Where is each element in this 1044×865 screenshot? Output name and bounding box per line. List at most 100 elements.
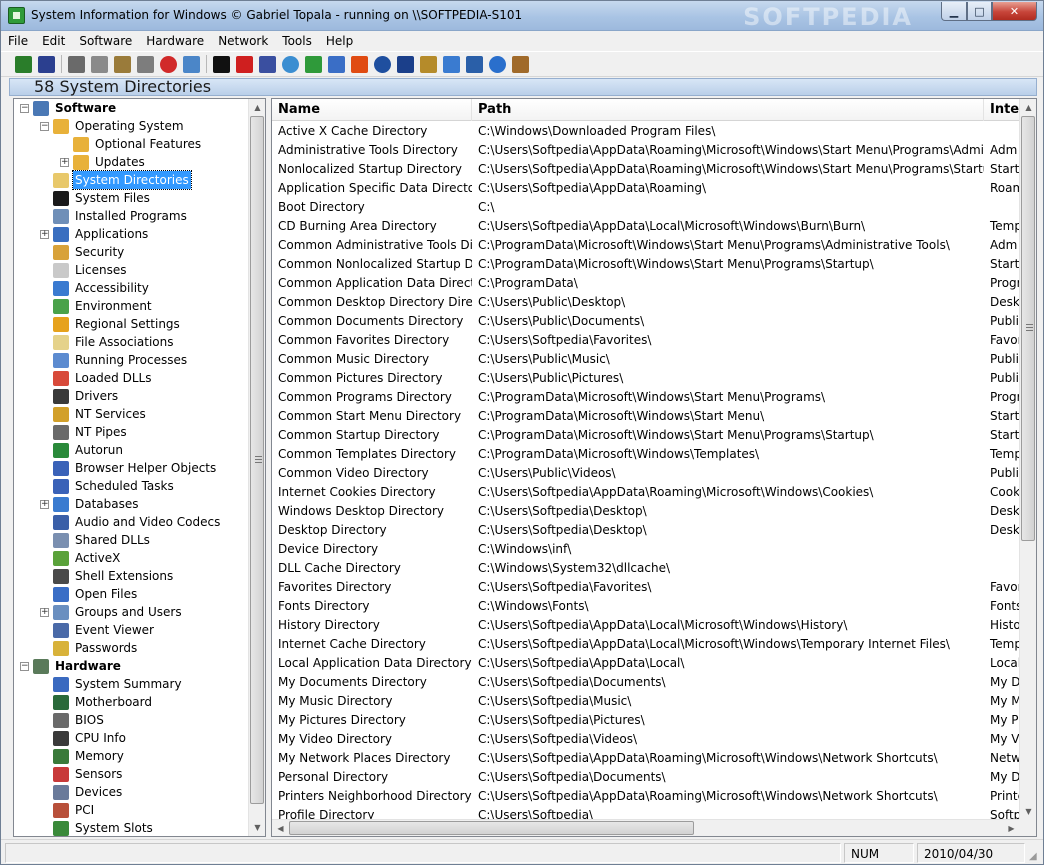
tree-scroll-thumb[interactable] <box>250 116 264 804</box>
table-row[interactable]: Common Programs Directory C:\ProgramData\… <box>272 388 1022 407</box>
column-header-name[interactable]: Name <box>272 99 472 121</box>
cut-icon[interactable] <box>68 55 85 73</box>
tree-item-file-associations[interactable]: File Associations <box>40 333 175 351</box>
camera-icon[interactable] <box>466 55 483 73</box>
table-row[interactable]: Windows Desktop Directory C:\Users\Softpe… <box>272 502 1024 521</box>
resize-grip-icon[interactable]: ◢ <box>1029 851 1041 863</box>
tree-item-scheduled-tasks[interactable]: Scheduled Tasks <box>40 477 176 495</box>
coffee-icon[interactable] <box>512 55 529 73</box>
menu-file[interactable]: File <box>1 31 35 51</box>
table-row[interactable]: Local Application Data Directory C:\Users… <box>272 654 1021 673</box>
table-row[interactable]: CD Burning Area Directory C:\Users\Softpe… <box>272 217 1022 236</box>
maximize-button[interactable]: □ <box>967 2 992 21</box>
column-header-inter[interactable]: Inter <box>984 99 1024 121</box>
paste-icon[interactable] <box>114 55 131 73</box>
terminal-icon[interactable] <box>213 55 230 73</box>
tree-item-pci[interactable]: PCI <box>40 801 96 819</box>
table-row[interactable]: Internet Cookies Directory C:\Users\Softp… <box>272 483 1020 502</box>
expand-icon[interactable]: + <box>40 499 49 509</box>
tree-item-software[interactable]: − Software <box>20 99 118 117</box>
scroll-down-arrow-icon[interactable]: ▼ <box>249 819 265 836</box>
tree-vertical-scrollbar[interactable]: ▲ ▼ <box>248 99 265 836</box>
tree-item-installed-programs[interactable]: Installed Programs <box>40 207 189 225</box>
table-row[interactable]: Common Desktop Directory Direct... C:\Use… <box>272 293 1024 312</box>
tree-item-updates[interactable]: + Updates <box>60 153 147 171</box>
list-scroll-down-icon[interactable]: ▼ <box>1020 803 1036 820</box>
globe-icon[interactable] <box>282 55 299 73</box>
chart-icon[interactable] <box>420 55 437 73</box>
scroll-up-arrow-icon[interactable]: ▲ <box>249 99 265 116</box>
expand-icon[interactable]: + <box>40 229 49 239</box>
table-row[interactable]: Common Documents Directory C:\Users\Publi… <box>272 312 1020 331</box>
collapse-icon[interactable]: − <box>20 103 29 113</box>
expand-icon[interactable]: + <box>40 607 49 617</box>
tree-item-devices[interactable]: Devices <box>40 783 124 801</box>
menu-edit[interactable]: Edit <box>35 31 72 51</box>
copy-icon[interactable] <box>91 55 108 73</box>
database-icon[interactable] <box>443 55 460 73</box>
table-row[interactable]: Fonts Directory C:\Windows\Fonts\ Fonts <box>272 597 1022 616</box>
collapse-icon[interactable]: − <box>40 121 49 131</box>
save-icon[interactable] <box>38 55 55 73</box>
table-row[interactable]: History Directory C:\Users\Softpedia\AppD… <box>272 616 1021 635</box>
tree-item-audio-and-video-codecs[interactable]: Audio and Video Codecs <box>40 513 222 531</box>
tree-item-nt-pipes[interactable]: NT Pipes <box>40 423 129 441</box>
minimize-button[interactable]: ▁ <box>941 2 967 21</box>
shield-icon[interactable] <box>397 55 414 73</box>
menu-network[interactable]: Network <box>211 31 275 51</box>
tree-item-motherboard[interactable]: Motherboard <box>40 693 154 711</box>
list-horizontal-scrollbar[interactable]: ◀ ▶ <box>272 819 1020 836</box>
tree-item-sensors[interactable]: Sensors <box>40 765 124 783</box>
tree-item-event-viewer[interactable]: Event Viewer <box>40 621 156 639</box>
refresh-arrows-icon[interactable] <box>305 55 322 73</box>
tree-item-activex[interactable]: ActiveX <box>40 549 122 567</box>
tree-item-drivers[interactable]: Drivers <box>40 387 120 405</box>
table-row[interactable]: Administrative Tools Directory C:\Users\S… <box>272 141 1020 160</box>
app-icon[interactable] <box>8 7 25 24</box>
tree-item-operating-system[interactable]: − Operating System <box>40 117 186 135</box>
table-row[interactable]: Common Favorites Directory C:\Users\Softp… <box>272 331 1023 350</box>
tree-item-system-directories[interactable]: System Directories <box>40 170 192 190</box>
tree-item-groups-and-users[interactable]: + Groups and Users <box>40 603 184 621</box>
tree-item-licenses[interactable]: Licenses <box>40 261 129 279</box>
category-tree[interactable]: − Software − Operating System Optional Featu… <box>13 98 266 837</box>
table-row[interactable]: My Network Places Directory C:\Users\Soft… <box>272 749 1021 768</box>
tree-item-bios[interactable]: BIOS <box>40 711 106 729</box>
table-row[interactable]: Common Application Data Directo... C:\Pro… <box>272 274 1022 293</box>
power-icon[interactable] <box>351 55 368 73</box>
tree-item-hardware[interactable]: − Hardware <box>20 657 123 675</box>
help-icon[interactable] <box>489 55 506 73</box>
table-row[interactable]: My Documents Directory C:\Users\Softpedia… <box>272 673 1021 692</box>
menu-tools[interactable]: Tools <box>275 31 319 51</box>
tree-item-cpu-info[interactable]: CPU Info <box>40 729 128 747</box>
tree-item-system-files[interactable]: System Files <box>40 189 152 207</box>
tree-item-databases[interactable]: + Databases <box>40 495 141 513</box>
menu-software[interactable]: Software <box>72 31 139 51</box>
directory-list[interactable]: Name Path Inter Active X Cache Directory… <box>271 98 1037 837</box>
table-row[interactable]: Common Administrative Tools Dir... C:\Pro… <box>272 236 1020 255</box>
list-vertical-scrollbar[interactable]: ▲ ▼ <box>1019 99 1036 820</box>
tree-item-autorun[interactable]: Autorun <box>40 441 125 459</box>
title-bar[interactable]: System Information for Windows © Gabriel… <box>1 1 1043 31</box>
tree-item-memory[interactable]: Memory <box>40 747 126 765</box>
table-row[interactable]: Application Specific Data Directory C:\Us… <box>272 179 1024 198</box>
collapse-icon[interactable]: − <box>20 661 29 671</box>
stop-icon[interactable] <box>160 55 177 73</box>
table-row[interactable]: Nonlocalized Startup Directory C:\Users\S… <box>272 160 1024 179</box>
table-row[interactable]: My Music Directory C:\Users\Softpedia\Mus… <box>272 692 1022 711</box>
tree-item-system-slots[interactable]: System Slots <box>40 819 155 836</box>
table-row[interactable]: My Video Directory C:\Users\Softpedia\Vid… <box>272 730 1020 749</box>
table-row[interactable]: DLL Cache Directory C:\Windows\System32\d… <box>272 559 1020 578</box>
close-button[interactable]: ✕ <box>992 2 1037 21</box>
table-row[interactable]: Common Video Directory C:\Users\Public\Vi… <box>272 464 1020 483</box>
tree-item-security[interactable]: Security <box>40 243 126 261</box>
document-icon[interactable] <box>328 55 345 73</box>
tree-item-optional-features[interactable]: Optional Features <box>60 135 203 153</box>
column-header-path[interactable]: Path <box>472 99 984 121</box>
table-row[interactable]: Common Startup Directory C:\ProgramData\M… <box>272 426 1024 445</box>
list-hscroll-thumb[interactable] <box>289 821 694 835</box>
tree-item-shell-extensions[interactable]: Shell Extensions <box>40 567 175 585</box>
network-globe-icon[interactable] <box>374 55 391 73</box>
table-row[interactable]: Boot Directory C:\ <box>272 198 1020 217</box>
tree-item-system-summary[interactable]: System Summary <box>40 675 184 693</box>
